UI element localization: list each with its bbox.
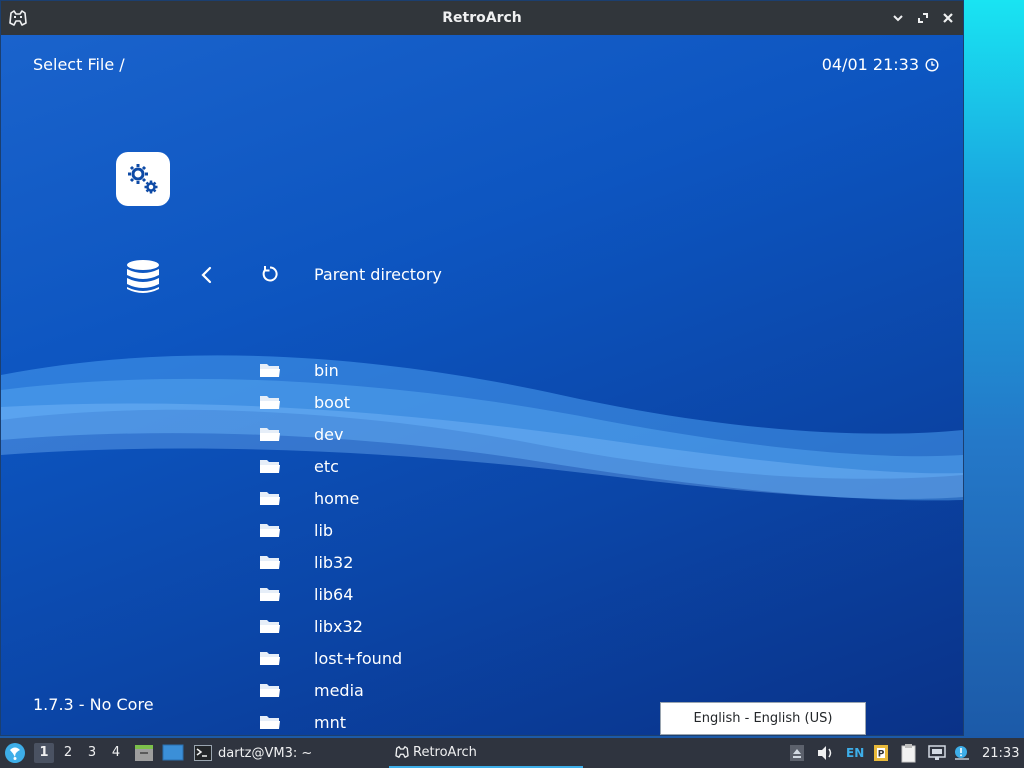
package-icon: P (874, 745, 888, 761)
folder-icon (259, 617, 281, 635)
refresh-icon (259, 265, 281, 283)
clock-icon (925, 57, 939, 72)
tray-volume[interactable] (817, 738, 835, 768)
chevron-left-icon[interactable] (199, 265, 215, 285)
folder-icon (259, 553, 281, 571)
folder-icon (259, 713, 281, 731)
file-list-item[interactable]: lib64 (259, 580, 353, 608)
close-button[interactable] (940, 10, 956, 26)
file-list-item-label: lib (314, 520, 334, 540)
ribbon-background (1, 355, 963, 501)
header-datetime: 04/01 21:33 (822, 55, 939, 74)
start-menu-icon (5, 743, 25, 763)
window-titlebar[interactable]: RetroArch (1, 1, 963, 35)
file-list-item-label: etc (314, 456, 339, 476)
retroarch-icon (395, 746, 409, 758)
language-tooltip: English - English (US) (660, 702, 866, 735)
file-list-item-label: lib32 (314, 552, 354, 572)
folder-icon (259, 393, 281, 411)
network-icon (928, 745, 946, 760)
database-icon[interactable] (125, 259, 161, 295)
maximize-button[interactable] (915, 10, 931, 26)
file-list-item-label: lost+found (314, 648, 403, 668)
file-list-item-label: dev (314, 424, 344, 444)
file-list-item[interactable]: lost+found (259, 644, 402, 672)
task-terminal[interactable]: dartz@VM3: ~ (194, 738, 312, 768)
settings-gears-icon (128, 164, 158, 194)
file-list-item-label: home (314, 488, 360, 508)
file-list-item-label: libx32 (314, 616, 363, 636)
file-manager-icon (135, 745, 153, 761)
file-list-item[interactable]: dev (259, 420, 343, 448)
terminal-icon (194, 745, 212, 761)
settings-tab[interactable] (116, 152, 170, 206)
tray-notifications[interactable] (954, 738, 970, 768)
file-list-item[interactable]: bin (259, 356, 339, 384)
task-terminal-label: dartz@VM3: ~ (218, 745, 313, 761)
parent-directory-item[interactable]: Parent directory (259, 260, 442, 288)
file-list-item[interactable]: lib32 (259, 548, 353, 576)
volume-icon (818, 746, 832, 760)
desktop-icon (162, 744, 184, 761)
file-list-item-label: bin (314, 360, 339, 380)
tray-package-updates[interactable]: P (873, 738, 889, 768)
file-list-item[interactable]: mnt (259, 708, 346, 735)
folder-icon (259, 361, 281, 379)
retroarch-window: RetroArch Select File / 04/01 21:33 Pare… (0, 0, 964, 736)
window-title: RetroArch (442, 10, 522, 26)
file-list-item-label: mnt (314, 712, 346, 732)
task-retroarch-label: RetroArch (413, 744, 477, 760)
version-core-label: 1.7.3 - No Core (33, 695, 154, 714)
close-icon (943, 13, 953, 23)
workspace-4[interactable]: 4 (106, 743, 126, 763)
start-menu-button[interactable] (4, 738, 26, 768)
file-list-item[interactable]: lib (259, 516, 333, 544)
notification-icon (955, 746, 969, 760)
parent-directory-label: Parent directory (314, 264, 442, 284)
folder-icon (259, 681, 281, 699)
show-desktop-launcher[interactable] (162, 738, 184, 768)
tray-network[interactable] (928, 738, 946, 768)
file-list-item[interactable]: libx32 (259, 612, 363, 640)
header-title: Select File / (33, 55, 125, 74)
file-list-item[interactable]: etc (259, 452, 339, 480)
retroarch-menu: Select File / 04/01 21:33 Parent directo… (1, 35, 963, 735)
file-list-item[interactable]: home (259, 484, 359, 512)
minimize-button[interactable] (890, 10, 906, 26)
folder-icon (259, 649, 281, 667)
file-list-item-label: lib64 (314, 584, 354, 604)
workspace-2[interactable]: 2 (58, 743, 78, 763)
tray-clipboard[interactable] (899, 738, 919, 768)
svg-text:P: P (878, 750, 885, 760)
task-retroarch[interactable]: RetroArch (389, 738, 583, 768)
file-list-item-label: media (314, 680, 364, 700)
minimize-icon (893, 15, 903, 22)
file-list-item[interactable]: boot (259, 388, 350, 416)
file-list-item-label: boot (314, 392, 351, 412)
tray-eject[interactable] (789, 738, 805, 768)
maximize-icon (918, 13, 928, 23)
folder-icon (259, 489, 281, 507)
folder-icon (259, 457, 281, 475)
tray-clock[interactable]: 21:33 (982, 738, 1019, 768)
tray-keyboard-layout[interactable]: EN (846, 738, 864, 768)
clipboard-icon (901, 744, 916, 763)
file-manager-launcher[interactable] (134, 738, 154, 768)
folder-icon (259, 521, 281, 539)
taskbar: 1 2 3 4 dartz@VM3: ~ RetroArch EN P 21:3… (0, 738, 1024, 768)
folder-icon (259, 425, 281, 443)
workspace-3[interactable]: 3 (82, 743, 102, 763)
datetime-text: 04/01 21:33 (821, 55, 919, 74)
eject-icon (790, 745, 804, 761)
file-list-item[interactable]: media (259, 676, 364, 704)
workspace-1[interactable]: 1 (34, 743, 54, 763)
folder-icon (259, 585, 281, 603)
